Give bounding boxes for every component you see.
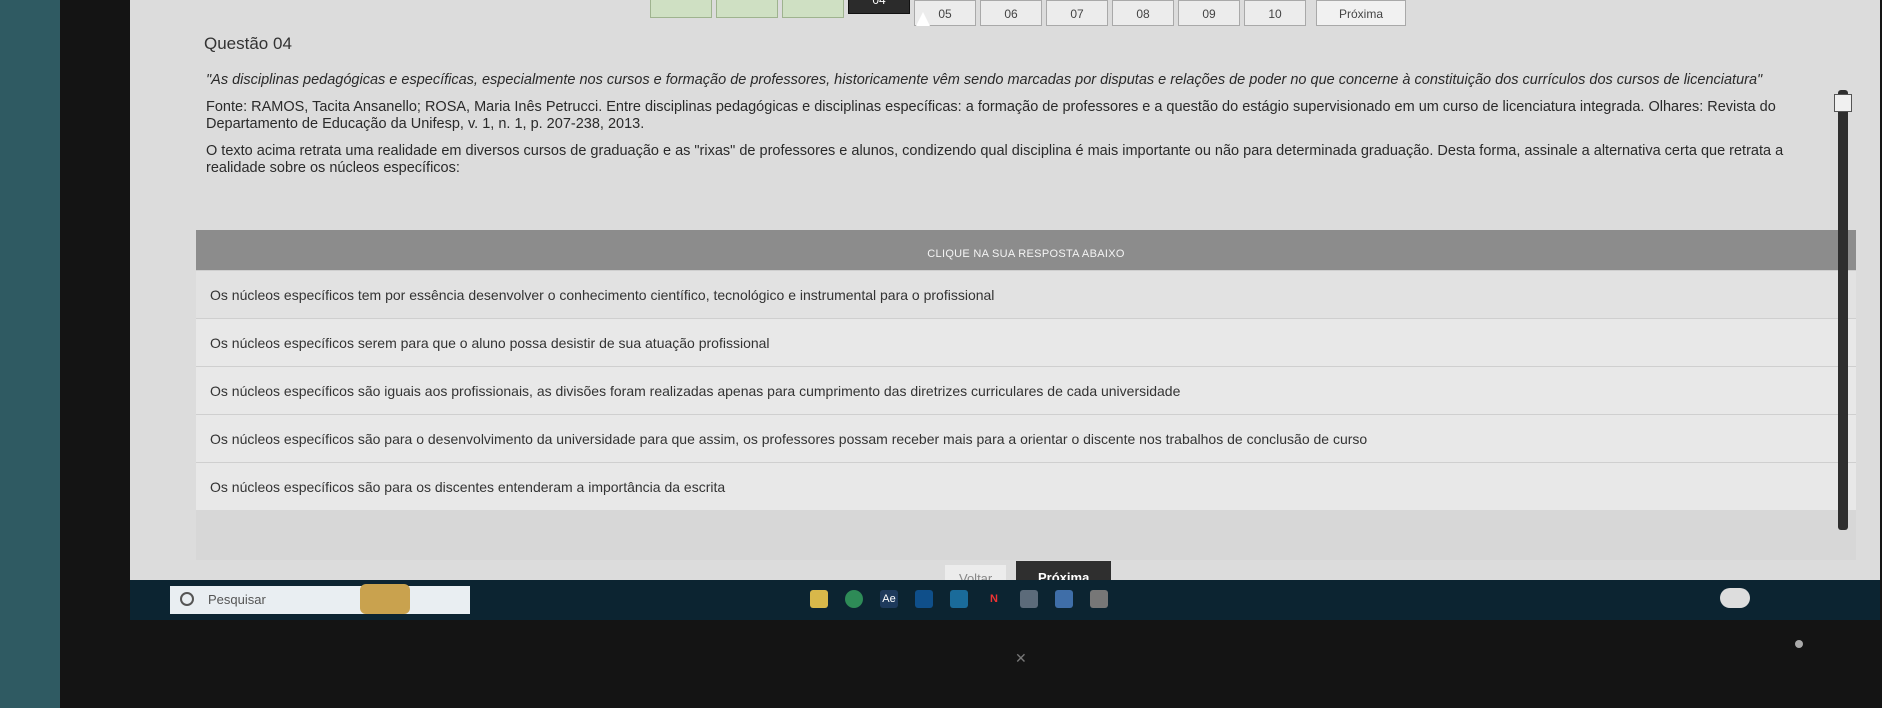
system-tray-icon[interactable] bbox=[1720, 588, 1750, 608]
answer-option-5[interactable]: Os núcleos específicos são para os disce… bbox=[196, 462, 1856, 510]
nav-next-button[interactable]: Próxima bbox=[1316, 0, 1406, 26]
app-icon[interactable] bbox=[1090, 590, 1108, 608]
question-nav-item[interactable]: 09 bbox=[1178, 0, 1240, 26]
question-quote: "As disciplinas pedagógicas e específica… bbox=[206, 72, 1763, 88]
taskbar-search-input[interactable]: Pesquisar bbox=[170, 586, 470, 614]
question-nav-item[interactable] bbox=[650, 0, 712, 18]
question-navigator: 04 05 06 07 08 09 10 Próxima bbox=[130, 0, 1880, 40]
netflix-icon[interactable]: N bbox=[985, 590, 1003, 608]
question-prompt: O texto acima retrata uma realidade em d… bbox=[206, 143, 1784, 176]
question-title: Questão 04 bbox=[204, 34, 292, 53]
answer-option-1[interactable]: Os núcleos específicos tem por essência … bbox=[196, 270, 1856, 318]
shield-icon[interactable] bbox=[915, 590, 933, 608]
question-nav-item[interactable]: 06 bbox=[980, 0, 1042, 26]
answer-option-2[interactable]: Os núcleos específicos serem para que o … bbox=[196, 318, 1856, 366]
question-nav-item[interactable] bbox=[782, 0, 844, 18]
question-nav-item[interactable]: 10 bbox=[1244, 0, 1306, 26]
monitor-bezel: 04 05 06 07 08 09 10 Próxima Questão 04 … bbox=[60, 0, 1882, 708]
font-app-icon[interactable]: Ae bbox=[880, 590, 898, 608]
answer-option-4[interactable]: Os núcleos específicos são para o desenv… bbox=[196, 414, 1856, 462]
mouse-cursor-icon bbox=[916, 12, 930, 26]
search-icon bbox=[180, 592, 194, 606]
question-nav-item[interactable]: 08 bbox=[1112, 0, 1174, 26]
monitor-logo-icon: ✕ bbox=[1015, 650, 1027, 666]
camera-icon[interactable] bbox=[1020, 590, 1038, 608]
calendar-icon[interactable] bbox=[950, 590, 968, 608]
bird-app-icon[interactable] bbox=[1055, 590, 1073, 608]
answer-panel: CLIQUE NA SUA RESPOSTA ABAIXO Os núcleos… bbox=[196, 230, 1856, 560]
scroll-up-handle[interactable] bbox=[1834, 94, 1852, 112]
question-nav-item[interactable] bbox=[716, 0, 778, 18]
question-text: "As disciplinas pedagógicas e específica… bbox=[206, 72, 1846, 187]
screen: 04 05 06 07 08 09 10 Próxima Questão 04 … bbox=[130, 0, 1880, 620]
question-nav-item[interactable]: 07 bbox=[1046, 0, 1108, 26]
power-button-icon[interactable] bbox=[1795, 640, 1803, 648]
taskbar: Pesquisar Ae N bbox=[130, 580, 1880, 620]
chrome-icon[interactable] bbox=[845, 590, 863, 608]
file-explorer-icon[interactable] bbox=[810, 590, 828, 608]
scrollbar[interactable] bbox=[1838, 90, 1848, 530]
question-nav-item-current[interactable]: 04 bbox=[848, 0, 910, 14]
answer-instruction: CLIQUE NA SUA RESPOSTA ABAIXO bbox=[196, 230, 1856, 272]
question-source: Fonte: RAMOS, Tacita Ansanello; ROSA, Ma… bbox=[206, 99, 1776, 132]
answer-option-3[interactable]: Os núcleos específicos são iguais aos pr… bbox=[196, 366, 1856, 414]
cortana-icon[interactable] bbox=[360, 584, 410, 614]
